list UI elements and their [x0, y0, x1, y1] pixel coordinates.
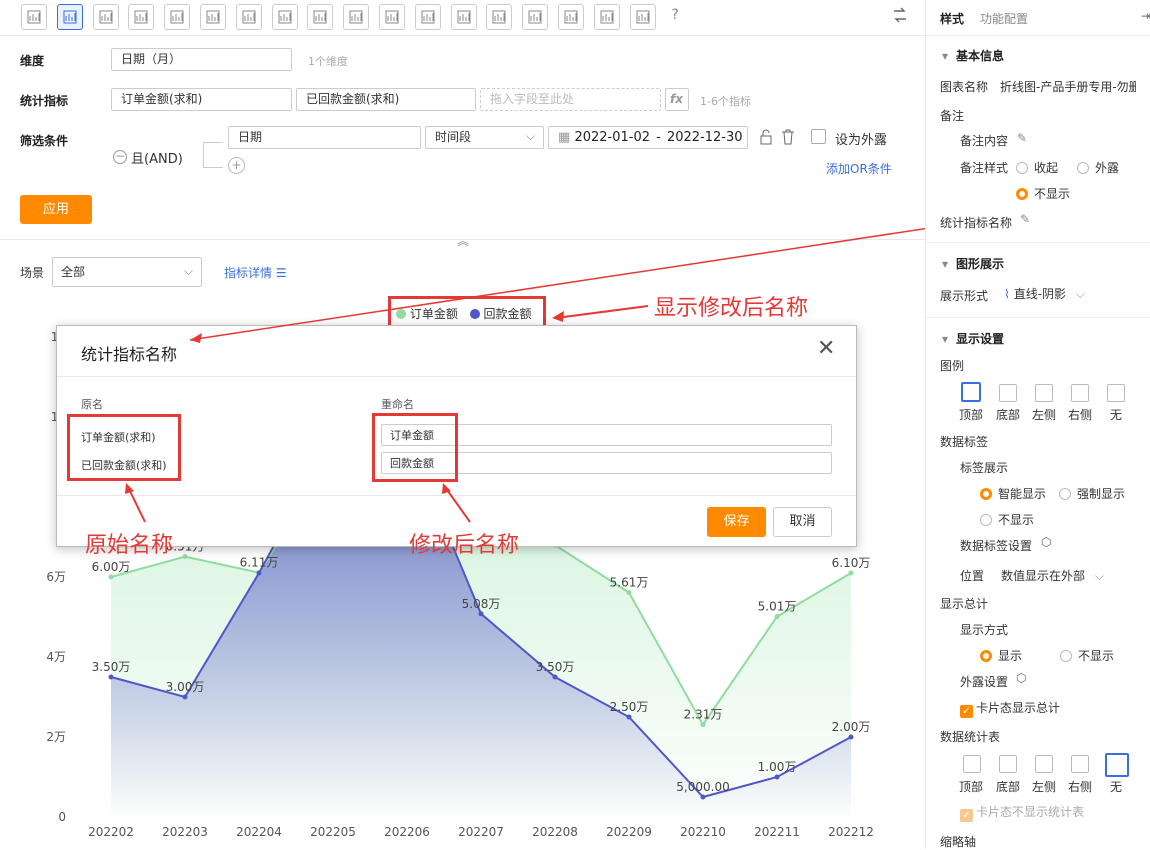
card-no-table-checkbox[interactable]: ✓ 卡片态不显示统计表	[960, 803, 1084, 822]
chart-name-value[interactable]: 折线图-产品手册专用-勿删	[1000, 78, 1136, 95]
line-shadow-icon: ⌇	[1004, 287, 1010, 301]
opt-collapse-label: 收起	[1034, 161, 1059, 175]
legend-pos-left-icon[interactable]	[1035, 384, 1053, 402]
legend-pos-top-label: 顶部	[958, 408, 983, 422]
table-pos-right-icon[interactable]	[1071, 755, 1089, 773]
radio-selected-icon	[980, 488, 992, 500]
sidebar-divider	[926, 317, 1150, 318]
total-label: 显示总计	[940, 597, 989, 611]
checkbox-checked-icon: ✓	[960, 809, 973, 822]
chevron-down-icon: ⌵	[1075, 287, 1085, 301]
graphic-section[interactable]: ▾ 图形展示	[942, 255, 1004, 272]
note-label: 备注	[940, 109, 965, 123]
radio-selected-icon	[980, 650, 992, 662]
display-form-label: 展示形式	[940, 289, 989, 303]
table-pos-none-label: 无	[1109, 780, 1122, 794]
settings-icon[interactable]: ⬡	[1041, 535, 1051, 549]
chart-name-label: 图表名称	[940, 80, 989, 94]
basic-info-label: 基本信息	[956, 49, 1005, 63]
metric-name-label: 统计指标名称	[940, 216, 1013, 230]
note-content-label: 备注内容	[960, 134, 1009, 148]
legend-pos-none-label: 无	[1109, 408, 1122, 422]
note-style-label: 备注样式	[960, 161, 1009, 175]
sidebar-divider	[926, 242, 1150, 243]
caret-down-icon: ▾	[942, 332, 949, 346]
radio-icon	[1059, 488, 1071, 500]
table-pos-none-icon[interactable]	[1105, 753, 1129, 777]
legend-pos-bottom-label: 底部	[995, 408, 1020, 422]
radio-selected-icon	[1016, 188, 1028, 200]
position-value: 数值显示在外部	[1001, 569, 1086, 583]
edit-icon[interactable]: ✎	[1017, 131, 1027, 145]
annotation-renamed: 修改后名称	[409, 533, 520, 558]
hide-label: 不显示	[1078, 649, 1115, 663]
tab-style[interactable]: 样式	[940, 10, 964, 27]
note-hide-option[interactable]: 不显示	[1016, 185, 1070, 202]
annotation-original-name: 原始名称	[85, 533, 174, 558]
show-label: 显示	[998, 649, 1023, 663]
radio-icon	[980, 514, 992, 526]
settings-icon[interactable]: ⬡	[1016, 671, 1026, 685]
card-no-table-label: 卡片态不显示统计表	[976, 805, 1085, 819]
legend-pos-right-label: 右侧	[1067, 408, 1092, 422]
display-form-value: 直线-阴影	[1013, 287, 1067, 301]
graphic-label: 图形展示	[956, 257, 1005, 271]
legend-pos-right-icon[interactable]	[1071, 384, 1089, 402]
total-hide-option[interactable]: 不显示	[1060, 647, 1114, 664]
legend-pos-top-icon[interactable]	[961, 382, 981, 402]
opt-expose-label: 外露	[1095, 161, 1120, 175]
smart-display-option[interactable]: 智能显示	[980, 485, 1046, 502]
force-label: 强制显示	[1077, 487, 1126, 501]
label-display-label: 标签展示	[960, 461, 1009, 475]
display-settings-label: 显示设置	[956, 332, 1005, 346]
radio-icon	[1077, 162, 1089, 174]
display-form-select[interactable]: ⌇ 直线-阴影 ⌵	[1004, 285, 1085, 302]
note-expose-option[interactable]: 外露	[1077, 159, 1119, 176]
thumbnail-axis-label: 缩略轴	[940, 835, 977, 849]
card-total-checkbox[interactable]: ✓ 卡片态显示总计	[960, 699, 1060, 718]
legend-pos-none-icon[interactable]	[1107, 384, 1125, 402]
radio-icon	[1060, 650, 1072, 662]
edit-icon[interactable]: ✎	[1020, 212, 1030, 226]
table-pos-top-icon[interactable]	[963, 755, 981, 773]
table-pos-left-icon[interactable]	[1035, 755, 1053, 773]
no-display-option[interactable]: 不显示	[980, 511, 1034, 528]
label-settings-label: 数据标签设置	[960, 539, 1033, 553]
opt-hide-label: 不显示	[1034, 187, 1071, 201]
caret-down-icon: ▾	[942, 257, 949, 271]
radio-icon	[1016, 162, 1028, 174]
legend-label: 图例	[940, 359, 965, 373]
display-settings-section[interactable]: ▾ 显示设置	[942, 330, 1004, 347]
collapse-sidebar-icon[interactable]: ⇥	[1141, 9, 1150, 23]
force-display-option[interactable]: 强制显示	[1059, 485, 1125, 502]
legend-pos-left-label: 左侧	[1031, 408, 1056, 422]
table-pos-top-label: 顶部	[958, 780, 983, 794]
card-total-label: 卡片态显示总计	[976, 701, 1061, 715]
legend-pos-bottom-icon[interactable]	[999, 384, 1017, 402]
caret-down-icon: ▾	[942, 49, 949, 63]
position-select[interactable]: 数值显示在外部 ⌵	[1001, 567, 1104, 584]
no-show-label: 不显示	[998, 513, 1035, 527]
checkbox-checked-icon: ✓	[960, 705, 973, 718]
chevron-down-icon: ⌵	[1094, 569, 1104, 583]
style-sidebar	[925, 0, 1150, 849]
smart-label: 智能显示	[998, 487, 1047, 501]
note-collapse-option[interactable]: 收起	[1016, 159, 1058, 176]
sidebar-divider	[926, 35, 1150, 36]
total-mode-label: 显示方式	[960, 623, 1009, 637]
table-pos-bottom-icon[interactable]	[999, 755, 1017, 773]
stat-table-label: 数据统计表	[940, 730, 1001, 744]
basic-info-section[interactable]: ▾ 基本信息	[942, 47, 1004, 64]
position-label: 位置	[960, 569, 985, 583]
total-show-option[interactable]: 显示	[980, 647, 1022, 664]
data-labels-label: 数据标签	[940, 435, 989, 449]
tab-config[interactable]: 功能配置	[980, 10, 1028, 27]
table-pos-bottom-label: 底部	[995, 780, 1020, 794]
expose-settings-label: 外露设置	[960, 675, 1009, 689]
table-pos-left-label: 左侧	[1031, 780, 1056, 794]
table-pos-right-label: 右侧	[1067, 780, 1092, 794]
annotation-shown-name: 显示修改后名称	[654, 296, 809, 321]
